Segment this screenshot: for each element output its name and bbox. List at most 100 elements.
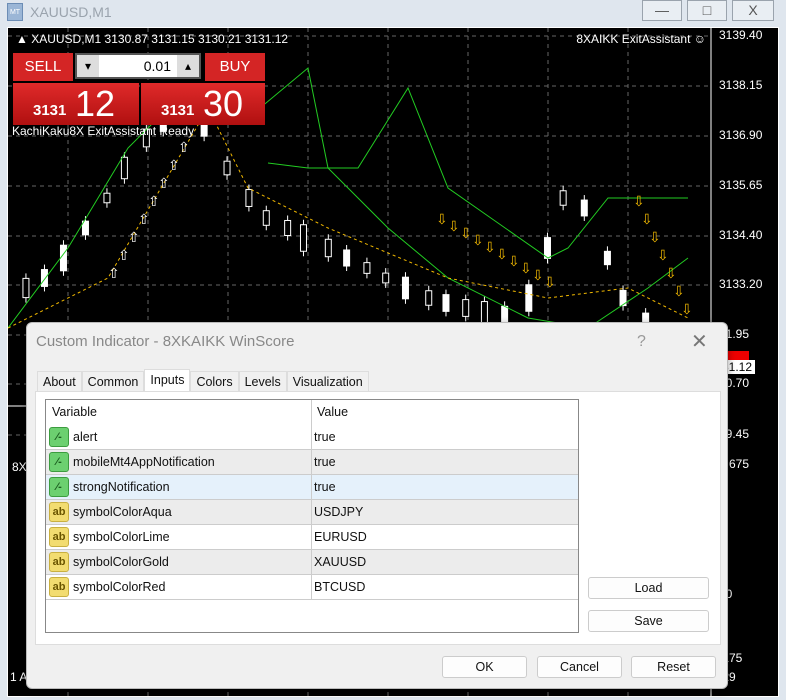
down-arrow-icon: ⇩ [665, 265, 677, 281]
down-arrow-icon: ⇩ [508, 253, 520, 269]
cancel-button[interactable]: Cancel [537, 656, 622, 678]
variable-value[interactable]: USDJPY [314, 505, 363, 519]
tab-levels[interactable]: Levels [238, 371, 287, 391]
candle [425, 290, 433, 306]
down-arrow-icon: ⇩ [436, 211, 448, 227]
candle [343, 249, 351, 267]
help-button[interactable]: ? [637, 333, 646, 351]
sell-price-major: 3131 [33, 102, 67, 119]
up-arrow-icon: ⇧ [138, 211, 150, 227]
up-arrow-icon: ⇧ [128, 229, 140, 245]
reset-button[interactable]: Reset [631, 656, 716, 678]
down-arrow-icon: ⇩ [472, 232, 484, 248]
price-axis-label: 3139.40 [719, 28, 763, 42]
inputs-table: Variable Value ⁄- alert true ⁄- mobileMt4… [45, 399, 579, 633]
subwindow-label: 8X [12, 460, 27, 474]
candle [40, 269, 48, 287]
window-titlebar: MT XAUUSD,M1 — □ X [0, 0, 786, 26]
load-button[interactable]: Load [588, 577, 709, 599]
column-divider [311, 475, 312, 499]
table-row[interactable]: ab symbolColorLime EURUSD [46, 525, 578, 550]
column-divider [311, 425, 312, 449]
buy-price-button[interactable]: 3131 30 [141, 83, 265, 125]
up-arrow-icon: ⇧ [158, 175, 170, 191]
column-value: Value [317, 405, 349, 419]
candle [382, 272, 390, 284]
variable-name: mobileMt4AppNotification [73, 455, 215, 469]
price-axis-label: 3134.40 [719, 228, 763, 242]
close-button[interactable]: X [732, 0, 774, 21]
down-arrow-icon: ⇩ [484, 239, 496, 255]
minimize-button[interactable]: — [642, 0, 682, 21]
tab-common[interactable]: Common [81, 371, 145, 391]
candle [559, 190, 567, 206]
table-row[interactable]: ⁄- strongNotification true [46, 475, 578, 500]
table-row[interactable]: ⁄- alert true [46, 425, 578, 450]
column-divider [311, 550, 312, 574]
price-axis-label: 3138.15 [719, 78, 763, 92]
sell-price-button[interactable]: 3131 12 [13, 83, 139, 125]
down-arrow-icon: ⇩ [520, 260, 532, 276]
lot-size-stepper[interactable]: ▾ 0.01 ▴ [75, 53, 201, 79]
variable-value[interactable]: true [314, 430, 336, 444]
down-arrow-icon: ⇩ [657, 247, 669, 263]
table-row[interactable]: ab symbolColorRed BTCUSD [46, 575, 578, 600]
candle [324, 238, 332, 258]
down-arrow-icon: ⇩ [641, 211, 653, 227]
sell-button[interactable]: SELL [13, 53, 73, 81]
tab-colors[interactable]: Colors [190, 371, 239, 391]
down-arrow-icon: ⇩ [681, 301, 693, 317]
candle [245, 189, 253, 207]
buy-price-minor: 30 [203, 83, 244, 124]
window-title: XAUUSD,M1 [30, 4, 112, 20]
up-arrow-icon: ⇧ [118, 247, 130, 263]
bottom-label: 1 A [10, 670, 28, 684]
down-arrow-icon: ⇩ [496, 246, 508, 262]
ea-status-text: KachiKaku8X ExitAssistant Ready [12, 124, 195, 138]
lot-decrease-button[interactable]: ▾ [77, 55, 99, 77]
down-arrow-icon: ⇩ [633, 193, 645, 209]
variable-value[interactable]: true [314, 480, 336, 494]
candle [363, 262, 371, 274]
table-row[interactable]: ab symbolColorGold XAUUSD [46, 550, 578, 575]
signal-line [8, 106, 689, 329]
price-axis-label: 3135.65 [719, 178, 763, 192]
table-row[interactable]: ⁄- mobileMt4AppNotification true [46, 450, 578, 475]
maximize-button[interactable]: □ [687, 0, 727, 21]
chart-header: ▲ XAUUSD,M1 3130.87 3131.15 3130.21 3131… [16, 32, 289, 46]
save-button[interactable]: Save [588, 610, 709, 632]
tab-about[interactable]: About [37, 371, 82, 391]
candle [580, 199, 588, 217]
buy-button[interactable]: BUY [205, 53, 265, 81]
ok-button[interactable]: OK [442, 656, 527, 678]
string-type-icon: ab [49, 552, 69, 572]
variable-value[interactable]: true [314, 455, 336, 469]
down-arrow-icon: ⇩ [460, 225, 472, 241]
variable-value[interactable]: EURUSD [314, 530, 367, 544]
boolean-type-icon: ⁄- [49, 477, 69, 497]
down-arrow-icon: ⇩ [673, 283, 685, 299]
candle [299, 224, 307, 252]
candle [284, 219, 292, 237]
tab-inputs[interactable]: Inputs [144, 369, 191, 391]
down-arrow-icon: ⇩ [649, 229, 661, 245]
price-axis-label: 3136.90 [719, 128, 763, 142]
table-header: Variable Value [46, 400, 578, 425]
column-variable: Variable [52, 405, 97, 419]
lot-size-input[interactable]: 0.01 [144, 58, 171, 74]
variable-name: alert [73, 430, 98, 444]
variable-value[interactable]: XAUUSD [314, 555, 366, 569]
tab-visualization[interactable]: Visualization [286, 371, 369, 391]
lot-increase-button[interactable]: ▴ [177, 55, 199, 77]
candle [262, 210, 270, 226]
ea-label: 8XAIKK ExitAssistant ☺ [576, 32, 706, 46]
candle [442, 294, 450, 312]
up-arrow-icon: ⇧ [108, 265, 120, 281]
candle [462, 299, 470, 317]
dialog-close-button[interactable]: ✕ [691, 329, 708, 354]
table-row[interactable]: ab symbolColorAqua USDJPY [46, 500, 578, 525]
candle [401, 276, 409, 300]
candle [22, 277, 30, 299]
custom-indicator-dialog: Custom Indicator - 8XKAIKK WinScore ? ✕ … [26, 322, 728, 689]
variable-value[interactable]: BTCUSD [314, 580, 365, 594]
